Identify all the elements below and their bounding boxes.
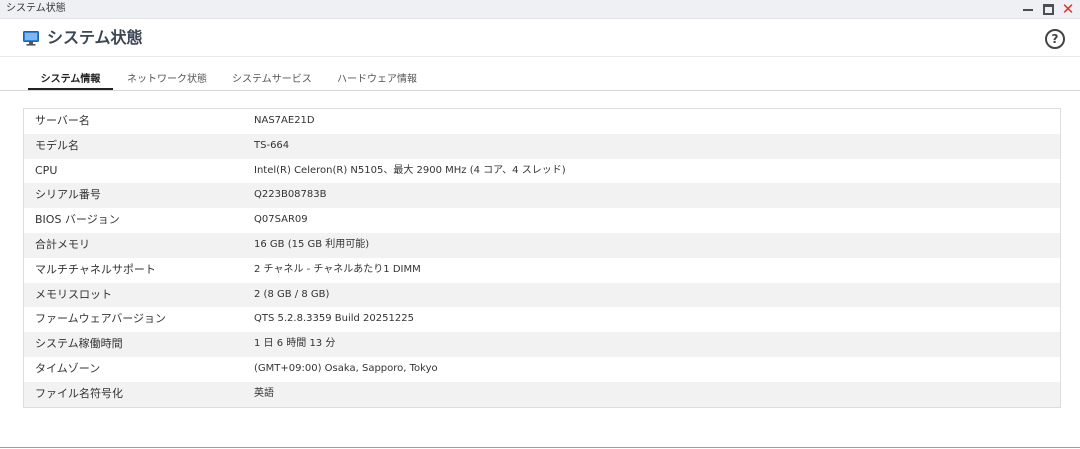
row-value: 2 チャネル - チャネルあたり1 DIMM — [254, 263, 421, 275]
row-label: システム稼働時間 — [35, 337, 123, 351]
table-row: シリアル番号 Q223B08783B — [24, 183, 1060, 209]
table-row: モデル名 TS-664 — [24, 133, 1060, 159]
tab-network-status[interactable]: ネットワーク状態 — [127, 73, 207, 87]
row-value: Intel(R) Celeron(R) N5105、最大 2900 MHz (4… — [254, 164, 566, 176]
row-label: BIOS バージョン — [35, 213, 120, 227]
row-value: (GMT+09:00) Osaka, Sapporo, Tokyo — [254, 362, 438, 374]
bottom-divider — [0, 447, 1080, 448]
minimize-button[interactable] — [1022, 1, 1034, 17]
row-label: タイムゾーン — [35, 361, 101, 375]
table-row: CPU Intel(R) Celeron(R) N5105、最大 2900 MH… — [24, 158, 1060, 184]
monitor-icon — [23, 31, 39, 46]
row-label: メモリスロット — [35, 287, 112, 301]
row-value: Q07SAR09 — [254, 214, 308, 226]
close-button[interactable]: ✕ — [1061, 1, 1075, 17]
tab-hardware-info[interactable]: ハードウェア情報 — [337, 73, 417, 87]
help-icon[interactable]: ? — [1045, 29, 1065, 49]
tab-system-services[interactable]: システムサービス — [232, 73, 312, 87]
maximize-button[interactable] — [1042, 1, 1054, 17]
table-row: ファイル名符号化 英語 — [24, 381, 1060, 407]
row-label: CPU — [35, 163, 58, 177]
table-row: マルチチャネルサポート 2 チャネル - チャネルあたり1 DIMM — [24, 257, 1060, 283]
table-row: BIOS バージョン Q07SAR09 — [24, 208, 1060, 233]
row-label: ファイル名符号化 — [35, 386, 123, 400]
page-title: システム状態 — [47, 28, 143, 47]
row-label: シリアル番号 — [35, 188, 101, 202]
row-label: サーバー名 — [35, 114, 90, 127]
row-label: モデル名 — [35, 138, 79, 152]
row-value: TS-664 — [254, 139, 290, 151]
row-value: 16 GB (15 GB 利用可能) — [254, 238, 370, 250]
table-row: タイムゾーン (GMT+09:00) Osaka, Sapporo, Tokyo — [24, 356, 1060, 382]
table-row: メモリスロット 2 (8 GB / 8 GB) — [24, 282, 1060, 308]
system-info-table: サーバー名 NAS7AE21D モデル名 TS-664 CPU Intel(R)… — [23, 108, 1061, 408]
window-title: システム状態 — [6, 3, 66, 14]
row-value: NAS7AE21D — [254, 115, 315, 126]
table-row: システム稼働時間 1 日 6 時間 13 分 — [24, 332, 1060, 357]
tabs-divider — [0, 90, 1080, 91]
window-titlebar: システム状態 ✕ — [0, 0, 1080, 19]
header-divider — [0, 56, 1080, 57]
row-value: 1 日 6 時間 13 分 — [254, 338, 336, 350]
row-value: QTS 5.2.8.3359 Build 20251225 — [254, 313, 414, 325]
app-header: システム状態 ? — [0, 19, 1080, 57]
row-label: 合計メモリ — [35, 237, 90, 251]
table-row: ファームウェアバージョン QTS 5.2.8.3359 Build 202512… — [24, 307, 1060, 333]
row-label: マルチチャネルサポート — [35, 262, 156, 276]
row-value: 英語 — [254, 387, 274, 399]
row-value: 2 (8 GB / 8 GB) — [254, 288, 330, 300]
tab-system-info[interactable]: システム情報 — [28, 73, 113, 87]
table-row: サーバー名 NAS7AE21D — [24, 109, 1060, 134]
row-label: ファームウェアバージョン — [35, 312, 167, 326]
row-value: Q223B08783B — [254, 189, 327, 201]
table-row: 合計メモリ 16 GB (15 GB 利用可能) — [24, 232, 1060, 258]
